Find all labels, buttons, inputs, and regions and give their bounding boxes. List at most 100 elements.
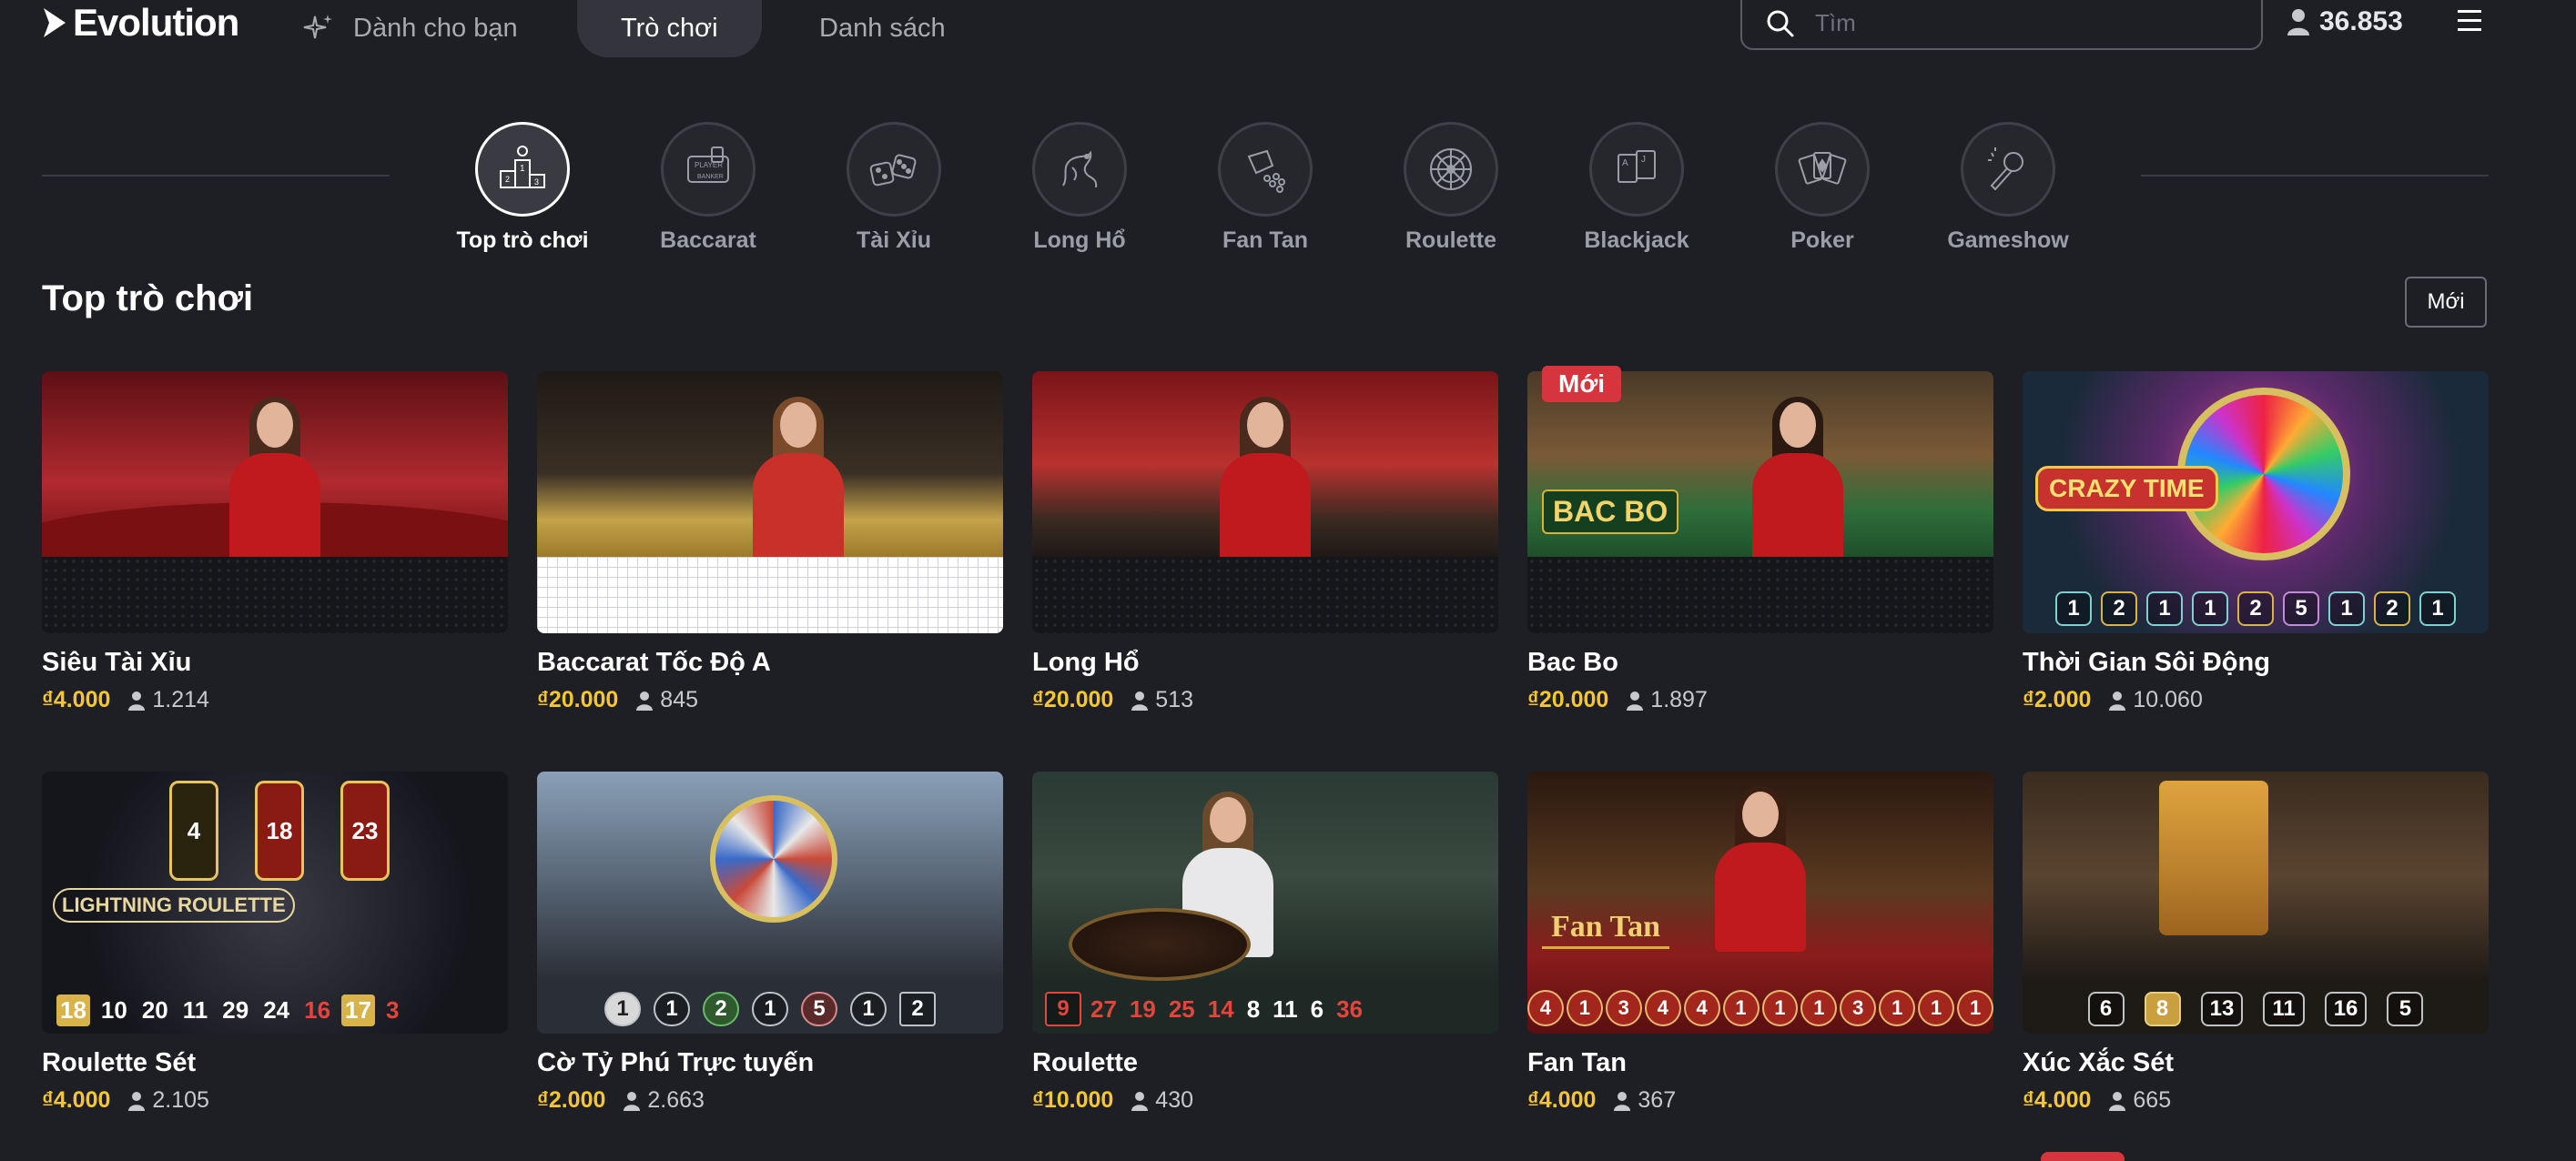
cards-icon: AJ <box>1618 150 1656 183</box>
search-box[interactable] <box>1740 0 2263 50</box>
user-icon <box>2109 1091 2126 1111</box>
logo-mark-icon <box>44 8 66 37</box>
result-value: 9 <box>1045 992 1081 1026</box>
category-roulette[interactable]: Roulette <box>1369 122 1533 254</box>
game-thumbnail[interactable] <box>42 371 508 633</box>
svg-text:BANKER: BANKER <box>697 174 724 180</box>
category-poker[interactable]: Poker <box>1740 122 1904 254</box>
user-icon <box>128 1091 146 1111</box>
result-value: 16 <box>2324 992 2368 1026</box>
result-value: 5 <box>2387 992 2424 1026</box>
sort-new-button[interactable]: Mới <box>2405 277 2487 328</box>
game-tile-xuc-xac-set[interactable]: 6 8 13 11 16 5 Xúc Xắc Sét ₫4.000 665 <box>2023 772 2489 1114</box>
svg-text:J: J <box>1641 155 1646 165</box>
nav-list-label: Danh sách <box>819 14 946 43</box>
result-value: 11 <box>2263 992 2305 1026</box>
result-board <box>1527 557 1993 633</box>
game-tile-roulette[interactable]: 9 27 19 25 14 8 11 6 36 Roulette ₫10.000… <box>1032 772 1498 1114</box>
result-value: 1 <box>1761 990 1799 1026</box>
game-logo: BAC BO <box>1542 490 1679 534</box>
nav-games-label: Trò chơi <box>621 14 718 43</box>
category-gameshow[interactable]: Gameshow <box>1926 122 2090 254</box>
game-scene: CRAZY TIME 1 2 1 1 2 5 1 2 1 <box>2023 371 2489 633</box>
user-icon <box>128 691 146 711</box>
game-name: Bac Bo <box>1527 648 1618 677</box>
result-board <box>42 557 508 633</box>
game-thumbnail[interactable] <box>537 371 1003 633</box>
category-tai-xiu[interactable]: Tài Xỉu <box>812 122 976 254</box>
search-input[interactable] <box>1815 9 2234 37</box>
user-icon <box>636 691 654 711</box>
result-value: 4 <box>1527 990 1564 1026</box>
lightning-multipliers: 4 18 23 <box>169 781 390 881</box>
result-value: 4 <box>1644 990 1681 1026</box>
result-value: 1 <box>1879 990 1916 1026</box>
user-icon <box>1614 1091 1631 1111</box>
game-scene: 9 27 19 25 14 8 11 6 36 <box>1032 772 1498 1034</box>
game-tile-baccarat-toc-do-a[interactable]: Baccarat Tốc Độ A ₫20.000 845 <box>537 371 1003 713</box>
nav-list[interactable]: Danh sách <box>776 0 989 57</box>
player-count: 367 <box>1638 1087 1677 1113</box>
game-tile-roulette-set[interactable]: 4 18 23 LIGHTNING ROULETTE 18 10 20 11 2… <box>42 772 508 1114</box>
player-count: 2.105 <box>152 1087 209 1113</box>
baccarat-icon: PLAYERBANKER <box>687 146 729 183</box>
game-name: Siêu Tài Xỉu <box>42 648 192 677</box>
game-scene: 6 8 13 11 16 5 <box>2023 772 2489 1034</box>
result-value: 16 <box>304 996 331 1024</box>
game-thumbnail[interactable]: BAC BO <box>1527 371 1993 633</box>
result-strip: 4 1 3 4 4 1 1 1 3 1 1 1 <box>1527 990 1993 1026</box>
game-thumbnail[interactable]: 9 27 19 25 14 8 11 6 36 <box>1032 772 1498 1034</box>
game-thumbnail[interactable]: Fan Tan 4 1 3 4 4 1 1 1 3 1 1 1 <box>1527 772 1993 1034</box>
hamburger-menu-icon[interactable] <box>2454 7 2485 35</box>
result-value: 1 <box>2055 591 2092 626</box>
result-value: 4 <box>1683 990 1720 1026</box>
result-value: 1 <box>2192 591 2228 626</box>
category-label: Gameshow <box>1947 227 2069 253</box>
min-bet: ₫20.000 <box>1032 687 1114 712</box>
result-value: 1 <box>604 992 641 1026</box>
result-value: 1 <box>1566 990 1603 1026</box>
min-bet: ₫20.000 <box>1527 687 1609 712</box>
game-tile-sieu-tai-xiu[interactable]: Siêu Tài Xỉu ₫4.000 1.214 <box>42 371 508 713</box>
dice-icon <box>869 154 917 187</box>
result-value: 2 <box>2237 591 2274 626</box>
category-blackjack[interactable]: AJ Blackjack <box>1555 122 1719 254</box>
svg-text:3: 3 <box>534 177 539 187</box>
game-tile-long-ho[interactable]: Long Hổ ₫20.000 513 <box>1032 371 1498 713</box>
player-count: 845 <box>660 687 699 712</box>
nav-games[interactable]: Trò chơi <box>577 0 762 57</box>
category-long-ho[interactable]: Long Hổ <box>998 122 1161 254</box>
game-thumbnail[interactable]: 4 18 23 LIGHTNING ROULETTE 18 10 20 11 2… <box>42 772 508 1034</box>
logo-text: Evolution <box>73 1 239 44</box>
result-value: 8 <box>1246 994 1261 1023</box>
game-thumbnail[interactable] <box>1032 371 1498 633</box>
game-tile-bac-bo[interactable]: Mới BAC BO Bac Bo ₫20.000 1.897 <box>1527 366 1993 713</box>
category-top-games[interactable]: 1 2 3 Top trò chơi <box>441 122 604 254</box>
result-value: 1 <box>2419 591 2456 626</box>
game-tile-thoi-gian-soi-dong[interactable]: CRAZY TIME 1 2 1 1 2 5 1 2 1 Thời Gian S… <box>2023 371 2489 713</box>
svg-text:1: 1 <box>520 164 525 174</box>
category-baccarat[interactable]: PLAYER BANKER Baccarat <box>626 122 790 254</box>
game-tile-co-ty-phu[interactable]: 1 1 2 1 5 1 2 Cờ Tỷ Phú Trực tuyến ₫2.00… <box>537 772 1003 1114</box>
player-count: 2.663 <box>647 1087 705 1113</box>
category-fan-tan[interactable]: Fan Tan <box>1183 122 1347 254</box>
fan-tan-icon <box>1247 149 1285 193</box>
result-value: 3 <box>1605 990 1642 1026</box>
game-thumbnail[interactable]: CRAZY TIME 1 2 1 1 2 5 1 2 1 <box>2023 371 2489 633</box>
result-value: 27 <box>1090 994 1117 1023</box>
evolution-logo[interactable]: Evolution <box>40 0 239 45</box>
game-name: Roulette Sét <box>42 1048 197 1077</box>
user-icon <box>1627 691 1644 711</box>
game-thumbnail[interactable]: 6 8 13 11 16 5 <box>2023 772 2489 1034</box>
game-tile-fan-tan[interactable]: Fan Tan 4 1 3 4 4 1 1 1 3 1 1 1 Fan Tan … <box>1527 772 1993 1114</box>
result-value: 2 <box>703 992 739 1026</box>
result-value: 11 <box>182 996 208 1024</box>
game-name: Fan Tan <box>1527 1048 1628 1077</box>
roulette-wheel <box>1069 908 1251 981</box>
result-value: 2 <box>2101 591 2137 626</box>
min-bet: ₫2.000 <box>2023 687 2092 712</box>
game-thumbnail[interactable]: 1 1 2 1 5 1 2 <box>537 772 1003 1034</box>
nav-for-you[interactable]: Dành cho bạn <box>259 0 562 57</box>
result-value: 1 <box>1800 990 1838 1026</box>
game-name: Xúc Xắc Sét <box>2023 1048 2175 1077</box>
